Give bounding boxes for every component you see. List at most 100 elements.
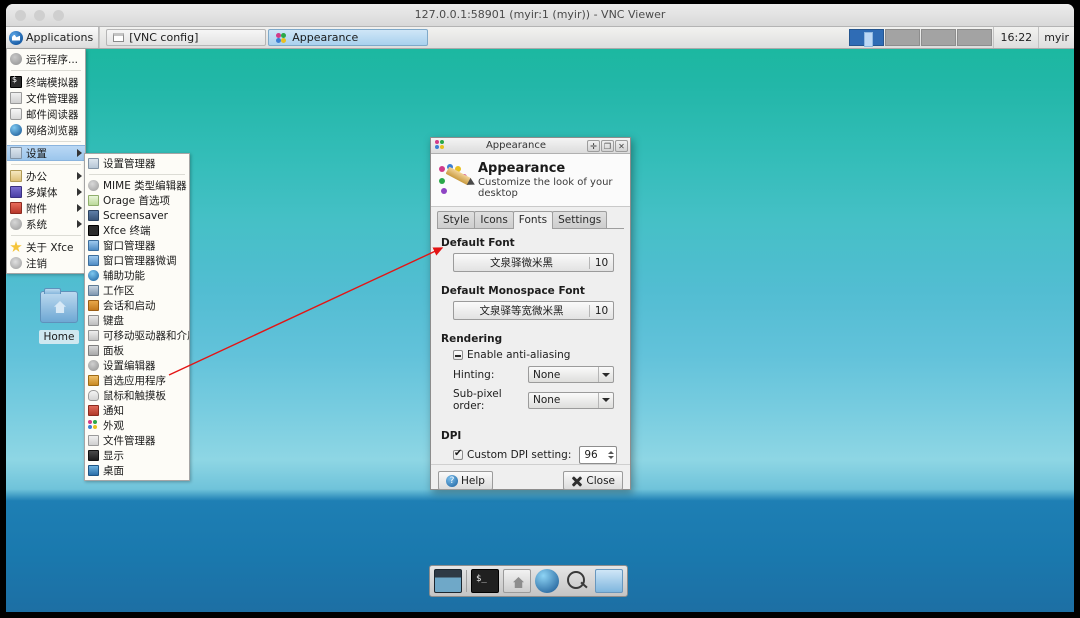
panel-clock[interactable]: 16:22 (993, 27, 1038, 48)
desktop-dock[interactable] (429, 565, 628, 597)
dialog-titlebar[interactable]: Appearance ✛ ❐ ✕ (431, 138, 630, 154)
menu-item-about-xfce[interactable]: 关于 Xfce (7, 239, 85, 255)
submenu-item-session-startup[interactable]: 会话和启动 (85, 298, 189, 313)
submenu-item-xfce-terminal[interactable]: Xfce 终端 (85, 223, 189, 238)
dpi-decrement-icon[interactable] (608, 456, 614, 459)
task-button-vnc-config[interactable]: [VNC config] (106, 29, 266, 46)
submenu-item-label: 设置管理器 (103, 156, 156, 171)
subpixel-select[interactable]: None (528, 392, 614, 409)
web-browser-icon[interactable] (535, 569, 559, 593)
menu-item-web-browser[interactable]: 网络浏览器 (7, 122, 85, 138)
dialog-tabs[interactable]: Style Icons Fonts Settings (437, 212, 624, 229)
close-icon (571, 475, 583, 487)
dpi-increment-icon[interactable] (608, 451, 614, 454)
home-folder-icon[interactable] (503, 569, 531, 593)
maximize-button[interactable]: ❐ (601, 140, 614, 152)
submenu-item-window-manager[interactable]: 窗口管理器 (85, 238, 189, 253)
submenu-item-notifications[interactable]: 通知 (85, 403, 189, 418)
menu-item-multimedia[interactable]: 多媒体 (7, 184, 85, 200)
menu-item-run-program[interactable]: 运行程序... (7, 51, 85, 67)
system-icon (10, 218, 22, 230)
menu-item-mail-reader[interactable]: 邮件阅读器 (7, 106, 85, 122)
show-desktop-icon[interactable] (434, 569, 462, 593)
menu-item-file-manager[interactable]: 文件管理器 (7, 90, 85, 106)
menu-item-label: 运行程序... (26, 52, 82, 67)
menu-item-label: 设置 (26, 146, 73, 161)
custom-dpi-checkbox[interactable] (453, 450, 463, 460)
workspace-3[interactable] (921, 29, 956, 46)
submenu-item-orage-preferences[interactable]: Orage 首选项 (85, 193, 189, 208)
monospace-font-name: 文泉驿等宽微米黑 (454, 303, 589, 318)
anti-aliasing-checkbox[interactable] (453, 350, 463, 360)
search-icon[interactable] (563, 569, 591, 593)
dialog-header: Appearance Customize the look of your de… (431, 154, 630, 207)
shade-button[interactable]: ✛ (587, 140, 600, 152)
submenu-item-keyboard[interactable]: 键盘 (85, 313, 189, 328)
task-button-appearance[interactable]: Appearance (268, 29, 428, 46)
submenu-item-label: 设置编辑器 (103, 358, 156, 373)
settings-submenu[interactable]: 设置管理器 MIME 类型编辑器 Orage 首选项 Screensaver (84, 153, 190, 481)
tab-fonts[interactable]: Fonts (513, 211, 553, 229)
menu-item-accessories[interactable]: 附件 (7, 200, 85, 216)
submenu-item-label: 显示 (103, 448, 124, 463)
submenu-item-screensaver[interactable]: Screensaver (85, 208, 189, 223)
menu-item-logout[interactable]: 注销 (7, 255, 85, 271)
tab-settings[interactable]: Settings (552, 211, 607, 228)
user-indicator[interactable]: myir (1038, 27, 1074, 48)
workspace-1[interactable] (849, 29, 884, 46)
dpi-stepper[interactable]: 96 (579, 446, 617, 464)
submenu-item-display[interactable]: 显示 (85, 448, 189, 463)
hinting-select[interactable]: None (528, 366, 614, 383)
applications-menu[interactable]: 运行程序... 终端模拟器 文件管理器 邮件阅读器 网络浏览器 (6, 49, 86, 274)
anti-aliasing-row[interactable]: Enable anti-aliasing (453, 349, 620, 361)
submenu-item-panel[interactable]: 面板 (85, 343, 189, 358)
submenu-item-settings-editor[interactable]: 设置编辑器 (85, 358, 189, 373)
file-manager-icon[interactable] (595, 569, 623, 593)
help-button[interactable]: ? Help (438, 471, 493, 490)
submenu-item-settings-manager[interactable]: 设置管理器 (85, 156, 189, 171)
submenu-item-desktop[interactable]: 桌面 (85, 463, 189, 478)
close-dialog-button[interactable]: Close (563, 471, 623, 490)
submenu-item-label: 鼠标和触摸板 (103, 388, 166, 403)
menu-item-settings[interactable]: 设置 (7, 145, 85, 161)
terminal-icon[interactable] (471, 569, 499, 593)
close-button[interactable]: ✕ (615, 140, 628, 152)
hinting-row[interactable]: Hinting: None (453, 366, 614, 383)
task-label: [VNC config] (129, 31, 198, 44)
submenu-item-appearance[interactable]: 外观 (85, 418, 189, 433)
applications-label: Applications (26, 31, 93, 44)
applications-button[interactable]: Applications (6, 27, 99, 48)
monospace-font-size: 10 (589, 305, 613, 317)
help-icon: ? (446, 475, 458, 487)
submenu-item-workspaces[interactable]: 工作区 (85, 283, 189, 298)
menu-item-terminal-emulator[interactable]: 终端模拟器 (7, 74, 85, 90)
workspace-4[interactable] (957, 29, 992, 46)
default-font-button[interactable]: 文泉驿微米黑 10 (453, 253, 614, 272)
submenu-item-preferred-applications[interactable]: 首选应用程序 (85, 373, 189, 388)
submenu-item-window-manager-tweaks[interactable]: 窗口管理器微调 (85, 253, 189, 268)
menu-item-office[interactable]: 办公 (7, 168, 85, 184)
workspace-switcher[interactable] (849, 29, 993, 46)
submenu-item-file-manager[interactable]: 文件管理器 (85, 433, 189, 448)
mail-reader-icon (10, 108, 22, 120)
chevron-down-icon (598, 393, 613, 408)
submenu-item-label: 面板 (103, 343, 124, 358)
dialog-title: Appearance (446, 140, 586, 151)
submenu-item-mouse-touchpad[interactable]: 鼠标和触摸板 (85, 388, 189, 403)
appearance-dialog[interactable]: Appearance ✛ ❐ ✕ (430, 137, 631, 490)
custom-dpi-row[interactable]: Custom DPI setting: 96 (453, 446, 620, 464)
submenu-item-removable-drives[interactable]: 可移动驱动器和介质 (85, 328, 189, 343)
menu-item-system[interactable]: 系统 (7, 216, 85, 232)
tab-icons[interactable]: Icons (474, 211, 513, 228)
tab-style[interactable]: Style (437, 211, 475, 228)
mime-type-icon (88, 180, 99, 191)
chevron-right-icon (77, 220, 82, 228)
workspace-2[interactable] (885, 29, 920, 46)
orage-icon (88, 195, 99, 206)
remote-desktop[interactable]: Applications [VNC config] Appearance (6, 27, 1074, 612)
submenu-item-mime-type-editor[interactable]: MIME 类型编辑器 (85, 178, 189, 193)
subpixel-row[interactable]: Sub-pixel order: None (453, 388, 614, 412)
dpi-stepper-buttons[interactable] (605, 447, 616, 463)
submenu-item-accessibility[interactable]: 辅助功能 (85, 268, 189, 283)
monospace-font-button[interactable]: 文泉驿等宽微米黑 10 (453, 301, 614, 320)
